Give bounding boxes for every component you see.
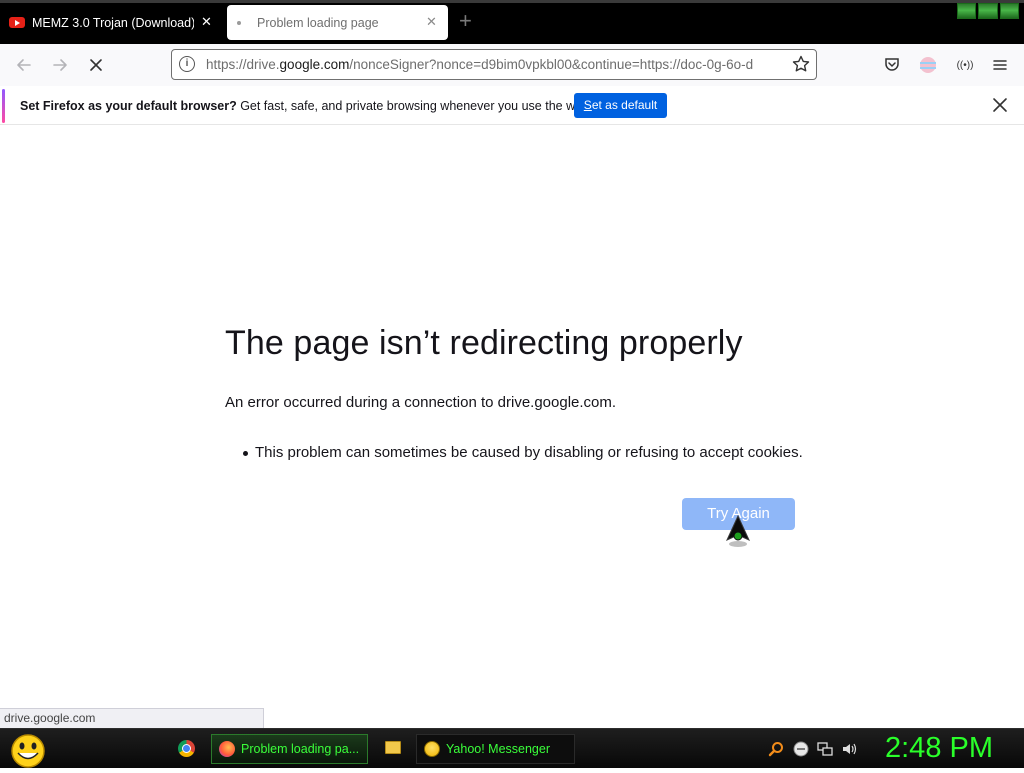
taskbar-yahoo-button[interactable]: Yahoo! Messenger — [416, 734, 575, 764]
search-icon[interactable] — [768, 741, 784, 757]
notification-title: Set Firefox as your default browser? — [20, 99, 237, 113]
notification-message: Set Firefox as your default browser? Get… — [20, 99, 592, 113]
url-text[interactable]: https://drive.google.com/nonceSigner?non… — [206, 57, 784, 72]
loading-dot-icon — [237, 20, 241, 25]
close-tab-icon[interactable]: ✕ — [201, 15, 212, 29]
pocket-icon[interactable] — [882, 55, 902, 75]
url-prefix: https://drive. — [206, 57, 280, 72]
error-description: An error occurred during a connection to… — [225, 394, 617, 411]
extensions-icon[interactable]: ((•)) — [954, 55, 976, 75]
volume-icon[interactable] — [841, 741, 857, 757]
youtube-icon — [9, 17, 25, 28]
folder-icon[interactable] — [385, 741, 401, 754]
error-suggestion: This problem can sometimes be caused by … — [255, 444, 803, 461]
status-link: drive.google.com — [0, 708, 264, 728]
maximize-button[interactable] — [978, 3, 998, 19]
stop-loading-icon[interactable] — [86, 55, 106, 75]
set-as-default-button[interactable]: Set as default — [574, 93, 667, 118]
window-controls — [957, 3, 1019, 19]
messenger-tray-icon[interactable] — [793, 741, 809, 757]
tab-problem-loading[interactable]: Problem loading page ✕ — [227, 5, 448, 40]
account-avatar-icon[interactable] — [918, 55, 938, 75]
smiley-start-button-icon[interactable] — [8, 732, 48, 768]
close-notification-icon[interactable] — [990, 95, 1010, 115]
site-info-icon[interactable]: i — [179, 56, 195, 72]
hamburger-menu-icon[interactable] — [990, 55, 1010, 75]
minimize-button[interactable] — [957, 3, 977, 19]
network-icon[interactable] — [817, 741, 833, 757]
taskbar-firefox-button[interactable]: Problem loading pa... — [211, 734, 368, 764]
taskbar-yahoo-label: Yahoo! Messenger — [446, 742, 550, 756]
notification-text: Get fast, safe, and private browsing whe… — [236, 99, 593, 113]
taskbar-firefox-label: Problem loading pa... — [241, 742, 360, 756]
tab-memz[interactable]: MEMZ 3.0 Trojan (Download) - ✕ — [0, 5, 222, 40]
tab-title: MEMZ 3.0 Trojan (Download) - — [32, 15, 194, 30]
tab-strip: MEMZ 3.0 Trojan (Download) - ✕ Problem l… — [0, 0, 1024, 44]
forward-arrow-icon[interactable] — [50, 55, 70, 75]
bookmark-star-icon[interactable] — [791, 54, 811, 74]
url-suffix: /nonceSigner?nonce=d9bim0vpkbl00&continu… — [349, 57, 754, 72]
yahoo-messenger-icon — [424, 741, 440, 757]
close-window-button[interactable] — [999, 3, 1019, 19]
taskbar: Problem loading pa... Yahoo! Messenger 2… — [0, 728, 1024, 768]
url-domain: google.com — [279, 57, 350, 72]
clock[interactable]: 2:48 PM — [885, 732, 993, 765]
bullet-icon — [243, 451, 248, 456]
address-bar[interactable]: i https://drive.google.com/nonceSigner?n… — [171, 49, 817, 80]
tab-strip-top-line — [0, 0, 1024, 3]
chrome-icon[interactable] — [178, 740, 195, 757]
notification-accent — [2, 89, 5, 123]
error-page: The page isn’t redirecting properly An e… — [0, 126, 1024, 708]
back-arrow-icon[interactable] — [14, 55, 34, 75]
error-title: The page isn’t redirecting properly — [225, 324, 743, 362]
navigation-bar: i https://drive.google.com/nonceSigner?n… — [0, 44, 1024, 86]
tab-title: Problem loading page — [257, 15, 379, 30]
firefox-icon — [219, 741, 235, 757]
close-tab-icon[interactable]: ✕ — [426, 15, 437, 29]
mouse-cursor-icon — [724, 514, 754, 550]
new-tab-button[interactable]: + — [459, 10, 472, 32]
default-browser-notification: Set Firefox as your default browser? Get… — [0, 87, 1024, 125]
